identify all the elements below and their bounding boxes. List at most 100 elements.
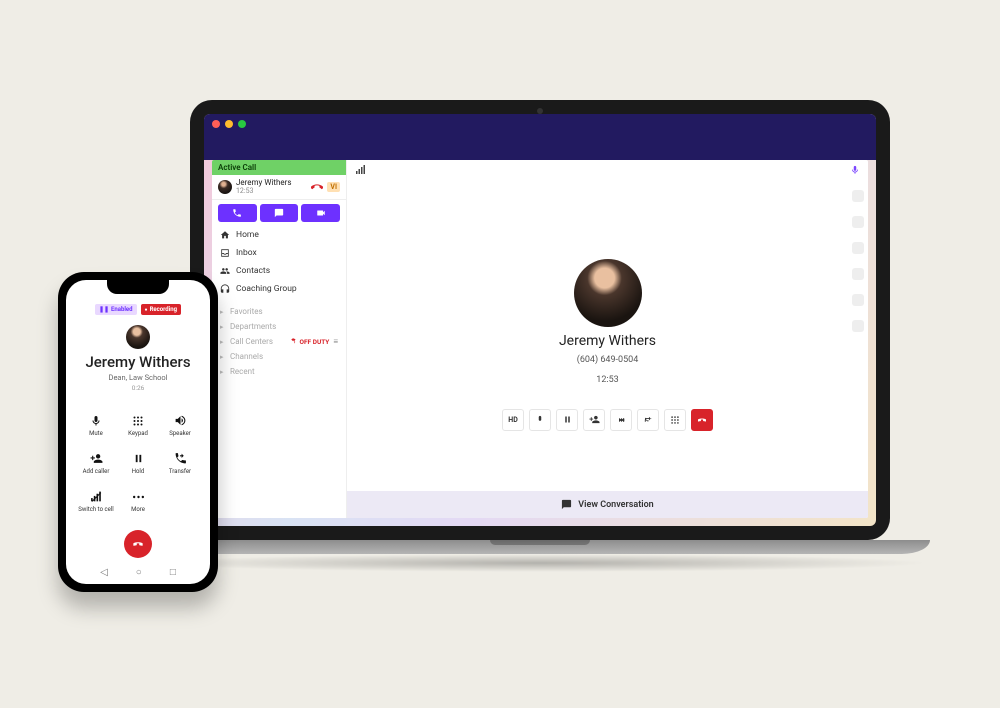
add-caller-button[interactable] bbox=[583, 409, 605, 431]
pause-icon bbox=[128, 452, 148, 466]
window-traffic-lights bbox=[212, 120, 246, 128]
view-conversation-label: View Conversation bbox=[578, 500, 653, 510]
group-favorites[interactable]: ▸ Favorites bbox=[220, 304, 338, 319]
pause-icon: ❚❚ bbox=[99, 306, 109, 313]
group-departments[interactable]: ▸ Departments bbox=[220, 319, 338, 334]
chevron-right-icon: ▸ bbox=[220, 338, 228, 346]
off-duty-badge: OFF DUTY bbox=[290, 338, 329, 346]
chat-button[interactable] bbox=[260, 204, 299, 222]
hd-button[interactable]: HD bbox=[502, 409, 524, 431]
os-titlebar bbox=[204, 114, 876, 160]
right-rail-placeholders bbox=[852, 190, 864, 332]
call-control-row: HD bbox=[502, 409, 713, 431]
cell-signal-icon bbox=[86, 490, 106, 504]
speaker-icon bbox=[170, 414, 190, 428]
headset-icon bbox=[220, 284, 230, 294]
speaker-button[interactable]: Speaker bbox=[159, 408, 201, 442]
switch-to-cell-button[interactable]: Switch to cell bbox=[75, 484, 117, 518]
mute-button[interactable] bbox=[529, 409, 551, 431]
nav-back-icon[interactable]: ◁ bbox=[100, 567, 108, 578]
sidebar-item-inbox[interactable]: Inbox bbox=[212, 244, 346, 262]
caller-phone-number: (604) 649-0504 bbox=[577, 355, 639, 365]
laptop-base bbox=[150, 540, 930, 554]
voicemail-button[interactable] bbox=[610, 409, 632, 431]
menu-icon[interactable]: ≡ bbox=[333, 337, 338, 346]
chevron-right-icon: ▸ bbox=[220, 368, 228, 376]
group-label: Recent bbox=[230, 367, 255, 376]
rail-item[interactable] bbox=[852, 320, 864, 332]
call-duration: 12:53 bbox=[596, 375, 618, 385]
nav-recent-icon[interactable]: □ bbox=[170, 567, 176, 578]
sidebar-groups: ▸ Favorites ▸ Departments ▸ Call Centers bbox=[212, 298, 346, 381]
hangup-icon[interactable] bbox=[311, 181, 323, 193]
transfer-button[interactable] bbox=[637, 409, 659, 431]
caller-role: Dean, Law School bbox=[109, 373, 168, 382]
mic-icon[interactable] bbox=[850, 165, 860, 175]
mute-button[interactable]: Mute bbox=[75, 408, 117, 442]
active-call-row[interactable]: Jeremy Withers 12:53 VI bbox=[212, 175, 346, 200]
laptop-bezel: Active Call Jeremy Withers 12:53 VI bbox=[190, 100, 890, 540]
caller-name: Jeremy Withers bbox=[85, 353, 190, 371]
nav-home-icon[interactable]: ○ bbox=[136, 567, 142, 578]
active-call-info: Jeremy Withers 12:53 bbox=[236, 179, 307, 195]
sidebar-item-contacts[interactable]: Contacts bbox=[212, 262, 346, 280]
group-call-centers[interactable]: ▸ Call Centers OFF DUTY ≡ bbox=[220, 334, 338, 349]
rail-item[interactable] bbox=[852, 242, 864, 254]
rail-item[interactable] bbox=[852, 294, 864, 306]
caller-name: Jeremy Withers bbox=[559, 333, 656, 349]
rail-item[interactable] bbox=[852, 190, 864, 202]
group-label: Departments bbox=[230, 322, 276, 331]
active-call-banner: Active Call bbox=[212, 160, 346, 175]
record-icon: ● bbox=[145, 307, 148, 313]
avatar bbox=[218, 180, 232, 194]
mic-icon bbox=[86, 414, 106, 428]
laptop-screen: Active Call Jeremy Withers 12:53 VI bbox=[204, 114, 876, 526]
avatar bbox=[126, 325, 150, 349]
sidebar-item-coaching-group[interactable]: Coaching Group bbox=[212, 280, 346, 298]
inbox-icon bbox=[220, 248, 230, 258]
sidebar-item-home[interactable]: Home bbox=[212, 226, 346, 244]
transfer-icon bbox=[170, 452, 190, 466]
active-call-duration: 12:53 bbox=[236, 188, 307, 196]
group-recent[interactable]: ▸ Recent bbox=[220, 364, 338, 379]
call-details: Jeremy Withers (604) 649-0504 12:53 HD bbox=[347, 180, 868, 491]
keypad-button[interactable] bbox=[664, 409, 686, 431]
main-topbar bbox=[347, 160, 868, 180]
minimize-window-icon[interactable] bbox=[225, 120, 233, 128]
group-label: Channels bbox=[230, 352, 263, 361]
view-conversation-button[interactable]: View Conversation bbox=[347, 491, 868, 518]
add-person-icon bbox=[86, 452, 106, 466]
sidebar-item-label: Inbox bbox=[236, 248, 257, 258]
end-call-button[interactable] bbox=[691, 409, 713, 431]
phone-button[interactable] bbox=[218, 204, 257, 222]
close-window-icon[interactable] bbox=[212, 120, 220, 128]
recording-badge: ● Recording bbox=[141, 304, 182, 315]
sidebar-item-label: Contacts bbox=[236, 266, 270, 276]
chat-icon bbox=[561, 499, 572, 510]
quick-action-row bbox=[212, 200, 346, 226]
call-main-pane: Jeremy Withers (604) 649-0504 12:53 HD bbox=[347, 160, 868, 518]
chevron-right-icon: ▸ bbox=[220, 323, 228, 331]
signal-icon bbox=[355, 165, 367, 175]
call-status-badges: ❚❚ Enabled ● Recording bbox=[95, 304, 181, 315]
rail-item[interactable] bbox=[852, 268, 864, 280]
end-call-button[interactable] bbox=[124, 530, 152, 558]
laptop-shadow bbox=[150, 554, 930, 572]
group-label: Favorites bbox=[230, 307, 263, 316]
group-channels[interactable]: ▸ Channels bbox=[220, 349, 338, 364]
app-frame: Active Call Jeremy Withers 12:53 VI bbox=[212, 160, 868, 518]
call-duration: 0:26 bbox=[132, 384, 145, 392]
rail-item[interactable] bbox=[852, 216, 864, 228]
add-caller-button[interactable]: Add caller bbox=[75, 446, 117, 480]
phone-device: ❚❚ Enabled ● Recording Jeremy Withers De… bbox=[58, 272, 218, 592]
sidebar: Active Call Jeremy Withers 12:53 VI bbox=[212, 160, 347, 518]
maximize-window-icon[interactable] bbox=[238, 120, 246, 128]
transfer-button[interactable]: Transfer bbox=[159, 446, 201, 480]
caller-initials-badge: VI bbox=[327, 182, 340, 192]
android-nav-bar: ◁ ○ □ bbox=[66, 567, 210, 578]
video-button[interactable] bbox=[301, 204, 340, 222]
hold-button[interactable] bbox=[556, 409, 578, 431]
hold-button[interactable]: Hold bbox=[117, 446, 159, 480]
keypad-button[interactable]: Keypad bbox=[117, 408, 159, 442]
more-button[interactable]: More bbox=[117, 484, 159, 518]
